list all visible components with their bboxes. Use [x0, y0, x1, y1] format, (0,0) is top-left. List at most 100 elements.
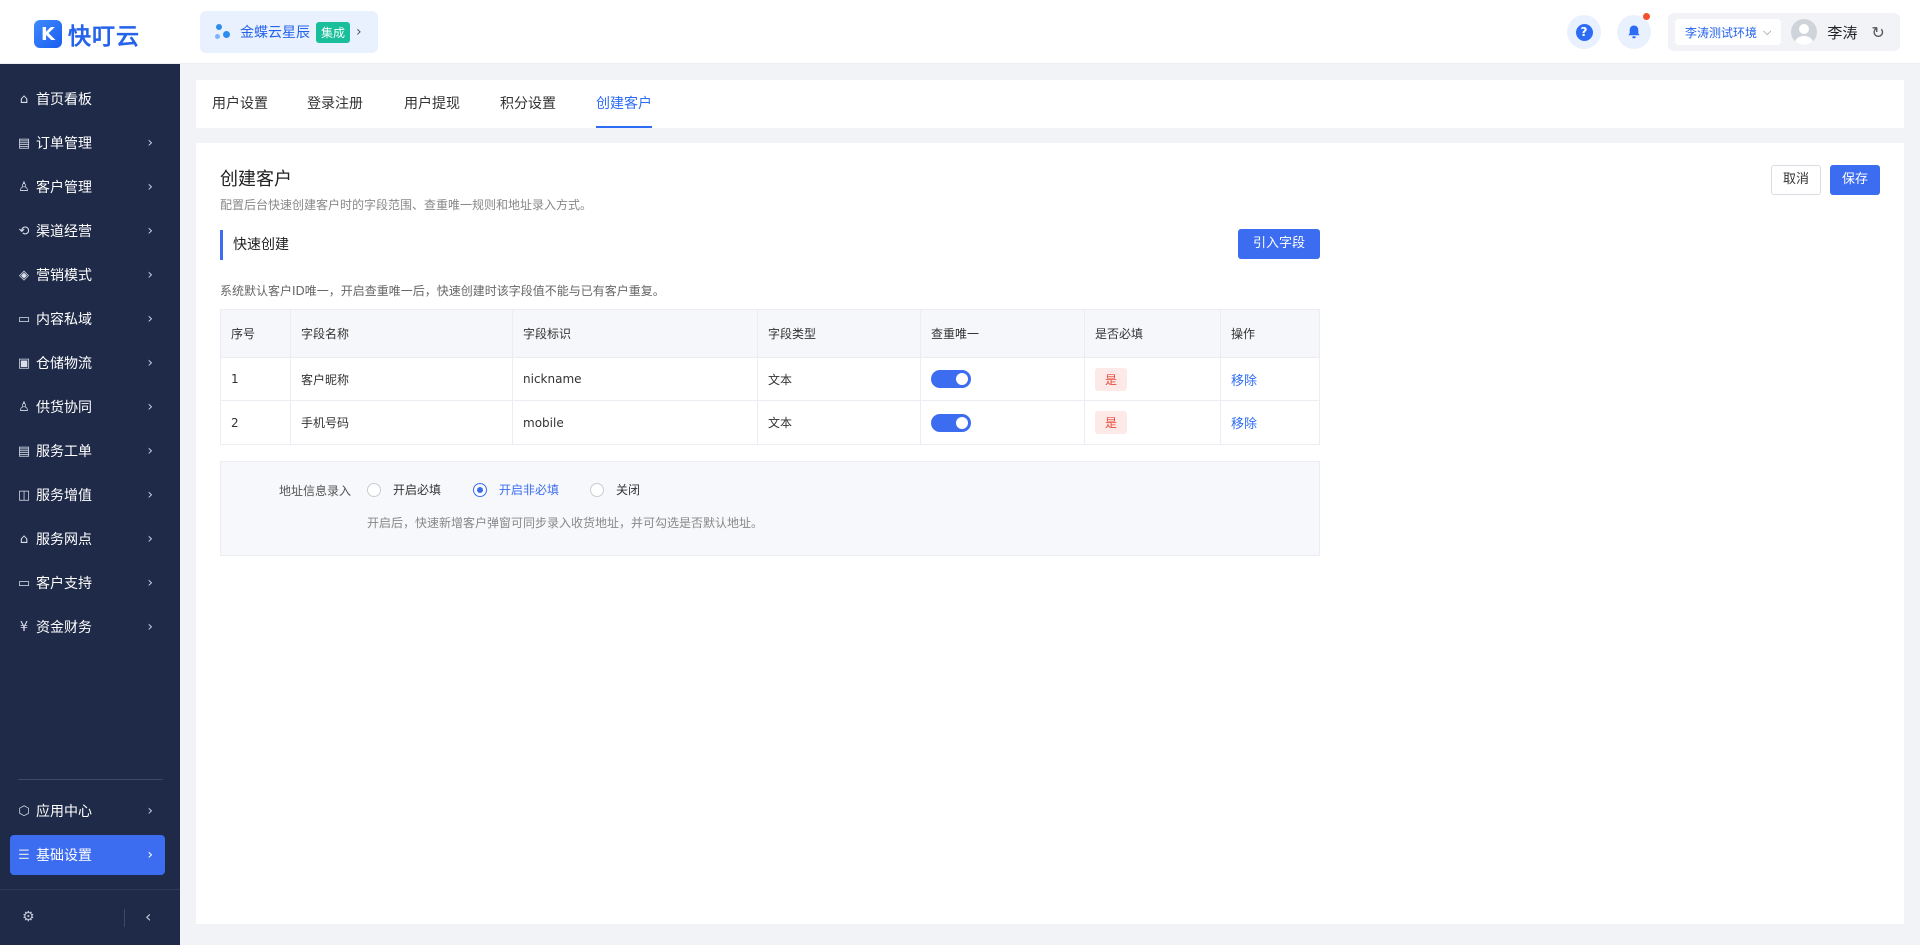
- chevron-right-icon: ›: [147, 399, 153, 415]
- import-field-button[interactable]: 引入字段: [1238, 229, 1320, 259]
- required-tag: 是: [1095, 411, 1128, 434]
- radio-optional[interactable]: 开启非必填: [473, 481, 559, 498]
- cell-field-name: 手机号码: [291, 401, 513, 444]
- remove-link[interactable]: 移除: [1231, 413, 1257, 432]
- channel-icon: ⟲: [18, 223, 30, 239]
- sidebar-item-label: 营销模式: [36, 268, 92, 284]
- user-box: 李涛测试环境 ⌵ 李涛 ↻: [1668, 13, 1900, 51]
- sidebar-item-app-center[interactable]: ⬡ 应用中心 ›: [10, 791, 165, 831]
- sidebar-footer-divider: [0, 889, 180, 890]
- sidebar-item-value-added[interactable]: ◫ 服务增值 ›: [10, 475, 165, 515]
- gear-icon[interactable]: ⚙: [22, 909, 35, 925]
- chevron-right-icon: ›: [147, 223, 153, 239]
- radio-off[interactable]: 关闭: [590, 481, 640, 498]
- refresh-icon[interactable]: ↻: [1871, 23, 1884, 42]
- sidebar-item-label: 订单管理: [36, 136, 92, 152]
- table-row: 2 手机号码 mobile 文本 是 移除: [221, 401, 1319, 444]
- team-icon: ♙: [18, 399, 30, 415]
- sidebar-item-label: 渠道经营: [36, 224, 92, 240]
- cell-field-type: 文本: [758, 358, 921, 400]
- sidebar-item-label: 服务增值: [36, 488, 92, 504]
- column-header: 字段类型: [758, 310, 921, 357]
- org-switcher[interactable]: 金蝶云星辰 集成 ›: [200, 11, 378, 53]
- table-row: 1 客户昵称 nickname 文本 是 移除: [221, 358, 1319, 401]
- bell-icon: [1628, 25, 1640, 39]
- unique-toggle[interactable]: [931, 413, 971, 432]
- tag-icon: ◈: [19, 267, 29, 283]
- radio-label: 开启必填: [393, 483, 442, 497]
- sidebar-item-service-points[interactable]: ⌂ 服务网点 ›: [10, 519, 165, 559]
- column-header: 序号: [221, 310, 291, 357]
- cancel-button[interactable]: 取消: [1771, 165, 1821, 195]
- home-icon: ⌂: [19, 91, 29, 107]
- address-settings-box: 地址信息录入 开启必填 开启非必填 关闭 开启后，快速新增客户弹窗可同步录入收货…: [220, 461, 1320, 556]
- section-title: 快速创建: [220, 230, 289, 260]
- required-tag: 是: [1095, 367, 1128, 391]
- sidebar-item-basic-settings[interactable]: ☰ 基础设置 ›: [10, 835, 165, 875]
- fields-table: 序号 字段名称 字段标识 字段类型 查重唯一 是否必填 操作 1 客户昵称 ni…: [220, 309, 1320, 445]
- page-title: 创建客户: [220, 169, 292, 190]
- sidebar-item-label: 仓储物流: [36, 356, 92, 372]
- remove-link[interactable]: 移除: [1231, 370, 1257, 389]
- sidebar-item-supply[interactable]: ♙ 供货协同 ›: [10, 387, 165, 427]
- sidebar-item-finance[interactable]: ¥ 资金财务 ›: [10, 607, 165, 647]
- cube-icon: ⬡: [18, 803, 30, 819]
- store-icon: ⌂: [19, 531, 29, 547]
- sidebar-item-marketing[interactable]: ◈ 营销模式 ›: [10, 255, 165, 295]
- sidebar-item-support[interactable]: ▭ 客户支持 ›: [10, 563, 165, 603]
- unique-toggle[interactable]: [931, 370, 971, 388]
- column-header: 是否必填: [1085, 310, 1221, 357]
- avatar[interactable]: [1791, 19, 1818, 45]
- cell-unique: [921, 358, 1085, 400]
- notification-dot: [1643, 13, 1650, 20]
- radio-label: 关闭: [616, 483, 641, 497]
- sidebar-item-customers[interactable]: ♙ 客户管理 ›: [10, 167, 165, 207]
- sidebar-item-label: 资金财务: [36, 620, 92, 636]
- sidebar-item-label: 客户管理: [36, 180, 92, 196]
- tab-withdrawal[interactable]: 用户提现: [404, 80, 460, 128]
- app-logo[interactable]: K 快叮云: [34, 17, 140, 51]
- sidebar-item-orders[interactable]: ▤ 订单管理 ›: [10, 123, 165, 163]
- sidebar-item-label: 客户支持: [36, 576, 92, 592]
- radio-required[interactable]: 开启必填: [367, 481, 441, 498]
- sidebar-item-label: 首页看板: [36, 92, 92, 108]
- save-button[interactable]: 保存: [1830, 165, 1880, 195]
- chevron-right-icon: ›: [147, 267, 153, 283]
- sidebar-divider: [18, 779, 163, 780]
- sidebar-item-warehouse[interactable]: ▣ 仓储物流 ›: [10, 343, 165, 383]
- environment-select[interactable]: 李涛测试环境 ⌵: [1675, 19, 1782, 45]
- clipboard-icon: ▤: [17, 135, 31, 151]
- main-panel: 创建客户 配置后台快速创建客户时的字段范围、查重唯一规则和地址录入方式。 取消 …: [196, 143, 1904, 924]
- tab-points[interactable]: 积分设置: [500, 80, 556, 128]
- cell-field-key: mobile: [513, 401, 758, 444]
- column-header: 查重唯一: [921, 310, 1085, 357]
- support-icon: ▭: [17, 575, 31, 591]
- user-name[interactable]: 李涛: [1827, 22, 1857, 43]
- notification-button[interactable]: [1617, 13, 1651, 49]
- settings-tabs: 用户设置 登录注册 用户提现 积分设置 创建客户: [196, 80, 1904, 128]
- radio-label: 开启非必填: [499, 483, 560, 497]
- tab-login-register[interactable]: 登录注册: [307, 80, 363, 128]
- address-note: 开启后，快速新增客户弹窗可同步录入收货地址，并可勾选是否默认地址。: [367, 516, 764, 530]
- sidebar-item-dashboard[interactable]: ⌂ 首页看板: [10, 79, 165, 119]
- sidebar-item-service-tickets[interactable]: ▤ 服务工单 ›: [10, 431, 165, 471]
- tab-create-customer[interactable]: 创建客户: [596, 80, 652, 128]
- sidebar-item-label: 供货协同: [36, 400, 92, 416]
- chevron-right-icon: ›: [147, 355, 153, 371]
- sidebar-item-content[interactable]: ▭ 内容私域 ›: [10, 299, 165, 339]
- chevron-down-icon: ⌵: [1763, 25, 1772, 38]
- sidebar-footer-separator: [124, 909, 125, 927]
- cell-required: 是: [1085, 401, 1221, 444]
- sidebar-item-channels[interactable]: ⟲ 渠道经营 ›: [10, 211, 165, 251]
- sidebar-item-label: 服务工单: [36, 444, 92, 460]
- address-label: 地址信息录入: [279, 484, 352, 498]
- tab-user-settings[interactable]: 用户设置: [212, 80, 268, 128]
- user-icon: ♙: [18, 179, 30, 195]
- collapse-sidebar-icon[interactable]: ‹: [145, 907, 151, 926]
- help-button[interactable]: ?: [1567, 15, 1601, 49]
- chevron-right-icon: ›: [147, 803, 153, 819]
- sidebar-item-label: 基础设置: [36, 848, 92, 864]
- table-header-row: 序号 字段名称 字段标识 字段类型 查重唯一 是否必填 操作: [221, 310, 1319, 358]
- radio-dot: [473, 482, 487, 497]
- ticket-icon: ▤: [17, 443, 31, 459]
